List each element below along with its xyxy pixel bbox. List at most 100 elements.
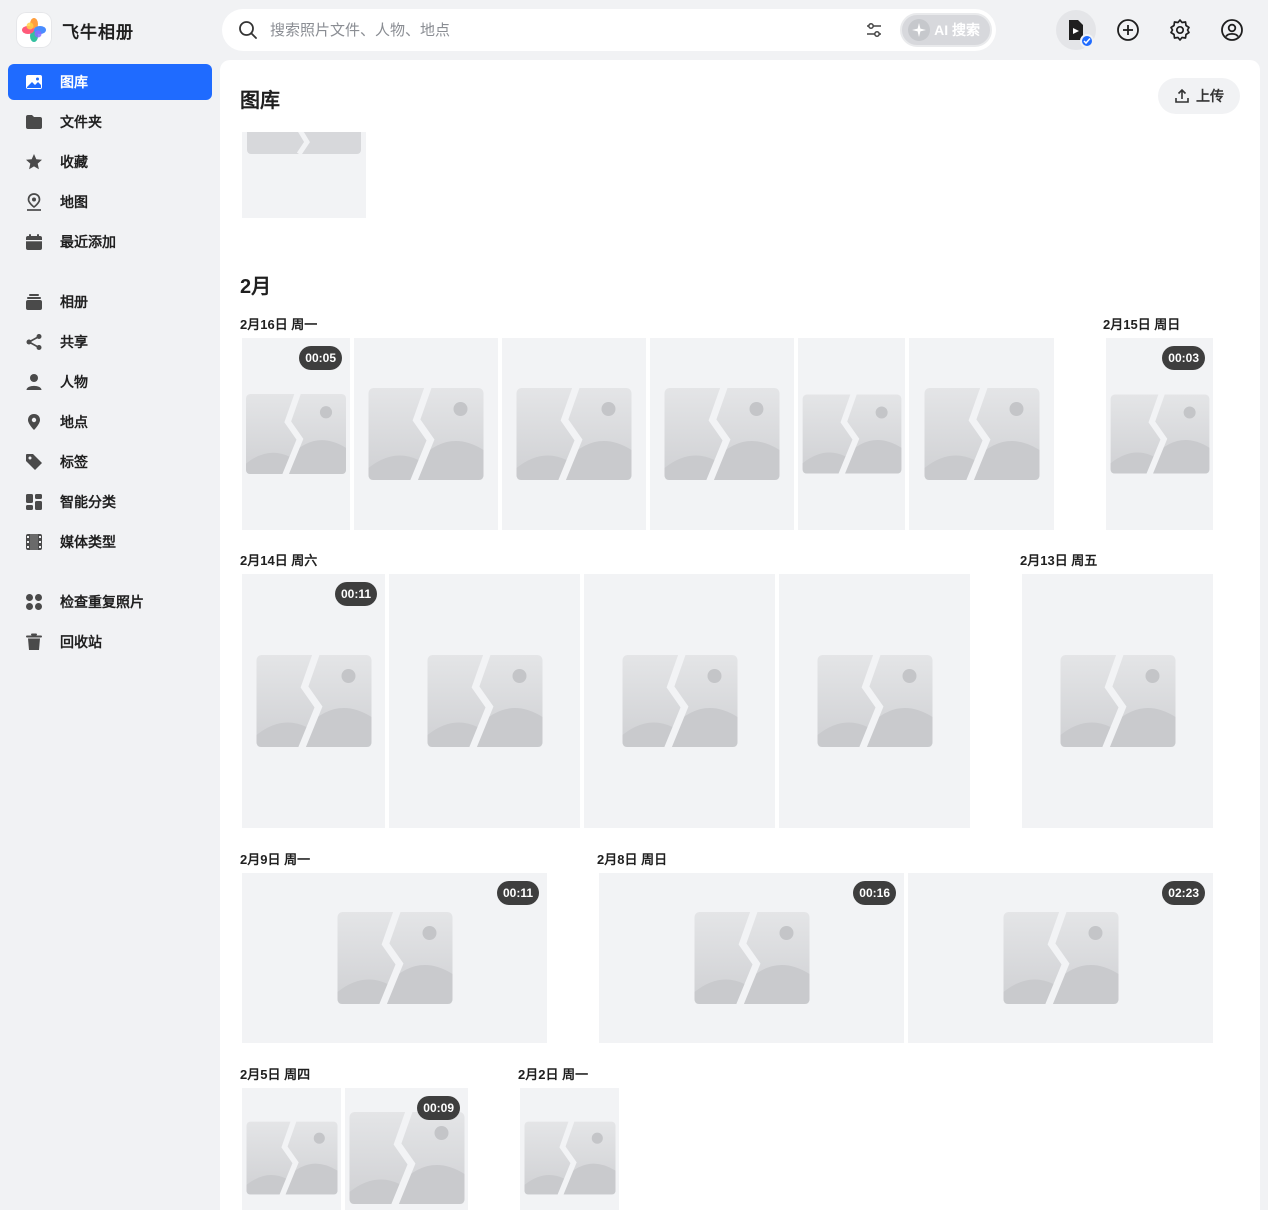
photo-tile[interactable] (909, 338, 1054, 530)
photo-tile[interactable] (520, 1088, 619, 1210)
sidebar-item-label: 人物 (60, 374, 88, 390)
app-logo: 飞牛相册 (16, 12, 134, 48)
upload-label: 上传 (1196, 88, 1224, 104)
image-placeholder-icon (1003, 912, 1118, 1004)
tag-icon (24, 452, 44, 472)
star-icon (24, 152, 44, 172)
photo-tile[interactable] (242, 1088, 341, 1210)
image-placeholder-icon (516, 388, 632, 480)
ai-search-label: AI 搜索 (934, 22, 980, 38)
sidebar-item-recent[interactable]: 最近添加 (8, 224, 212, 260)
video-tile[interactable]: 00:11 (242, 873, 547, 1043)
video-tile[interactable]: 00:11 (242, 574, 385, 828)
image-placeholder-icon (1060, 655, 1175, 747)
calendar-icon (24, 232, 44, 252)
filter-icon[interactable] (856, 12, 892, 48)
date-label: 2月9日 周一 (240, 852, 311, 867)
date-label: 2月13日 周五 (1020, 553, 1098, 568)
video-duration-badge: 00:16 (853, 881, 896, 905)
sidebar-item-map[interactable]: 地图 (8, 184, 212, 220)
sidebar-item-label: 最近添加 (60, 234, 116, 250)
ai-search-button[interactable]: AI 搜索 (900, 13, 992, 47)
sidebar-item-gallery[interactable]: 图库 (8, 64, 212, 100)
sidebar-item-places[interactable]: 地点 (8, 404, 212, 440)
sidebar-item-smart-categories[interactable]: 智能分类 (8, 484, 212, 520)
share-icon (24, 332, 44, 352)
upload-icon (1175, 88, 1189, 103)
search-input[interactable] (270, 21, 857, 39)
image-placeholder-icon (256, 655, 371, 747)
task-status-button[interactable] (1056, 10, 1096, 50)
sidebar-item-label: 标签 (60, 454, 88, 470)
image-placeholder-icon (924, 388, 1039, 480)
date-label: 2月8日 周日 (597, 852, 668, 867)
gallery-panel: 图库 上传 2月 2月16日 周一 2月15日 周日 00:05 00:03 2… (220, 60, 1260, 1210)
sidebar-item-label: 图库 (60, 74, 88, 90)
sidebar-item-folders[interactable]: 文件夹 (8, 104, 212, 140)
sidebar-item-duplicates[interactable]: 检查重复照片 (8, 584, 212, 620)
folder-icon (24, 112, 44, 132)
video-tile[interactable]: 00:16 (599, 873, 904, 1043)
video-duration-badge: 02:23 (1162, 881, 1205, 905)
sidebar-item-label: 媒体类型 (60, 534, 116, 550)
image-placeholder-icon (246, 1121, 337, 1195)
photo-tile[interactable] (354, 338, 498, 530)
gear-icon (1170, 19, 1190, 41)
sidebar-item-media-types[interactable]: 媒体类型 (8, 524, 212, 560)
search-bar: AI 搜索 (222, 9, 996, 51)
image-placeholder-icon (427, 655, 542, 747)
sidebar-item-label: 回收站 (60, 634, 102, 650)
settings-button[interactable] (1160, 10, 1200, 50)
duplicate-icon (24, 592, 44, 612)
video-duration-badge: 00:11 (496, 881, 539, 905)
date-label: 2月2日 周一 (518, 1067, 589, 1082)
location-icon (24, 412, 44, 432)
photo-tile[interactable] (389, 574, 580, 828)
album-icon (24, 292, 44, 312)
image-placeholder-icon (524, 1121, 615, 1195)
user-circle-icon (1221, 19, 1243, 41)
image-placeholder-icon (1110, 394, 1209, 474)
month-heading: 2月 (240, 276, 272, 298)
video-tile[interactable]: 00:09 (345, 1088, 468, 1210)
photo-tile[interactable] (242, 132, 366, 218)
video-tile[interactable]: 00:03 (1106, 338, 1213, 530)
image-placeholder-icon (802, 394, 901, 474)
image-placeholder-icon (622, 655, 737, 747)
image-placeholder-icon (247, 132, 361, 154)
sidebar-item-tags[interactable]: 标签 (8, 444, 212, 480)
check-icon (1080, 34, 1094, 48)
sidebar-item-share[interactable]: 共享 (8, 324, 212, 360)
sidebar-item-trash[interactable]: 回收站 (8, 624, 212, 660)
video-duration-badge: 00:11 (334, 582, 377, 606)
sidebar-item-label: 地点 (60, 414, 88, 430)
sparkle-icon (908, 19, 931, 41)
sidebar-item-label: 检查重复照片 (60, 594, 144, 610)
sidebar-item-label: 地图 (60, 194, 88, 210)
upload-button[interactable]: 上传 (1158, 78, 1240, 114)
image-placeholder-icon (246, 394, 346, 474)
photo-tile[interactable] (779, 574, 970, 828)
grid-icon (24, 492, 44, 512)
flower-logo-icon (16, 12, 52, 48)
sidebar: 图库 文件夹 收藏 地图 最近添加 相册 共享 人物 地点 标签 智能分类 媒体… (8, 64, 212, 664)
account-button[interactable] (1212, 10, 1252, 50)
image-placeholder-icon (349, 1112, 464, 1204)
video-duration-badge: 00:05 (299, 346, 342, 370)
photo-tile[interactable] (1022, 574, 1213, 828)
photo-tile[interactable] (650, 338, 794, 530)
photo-tile[interactable] (798, 338, 905, 530)
trash-icon (24, 632, 44, 652)
photo-tile[interactable] (502, 338, 646, 530)
app-name: 飞牛相册 (62, 22, 134, 42)
photo-icon (24, 72, 44, 92)
video-tile[interactable]: 00:05 (242, 338, 350, 530)
sidebar-item-favorites[interactable]: 收藏 (8, 144, 212, 180)
video-tile[interactable]: 02:23 (908, 873, 1213, 1043)
add-button[interactable] (1108, 10, 1148, 50)
sidebar-item-people[interactable]: 人物 (8, 364, 212, 400)
date-label: 2月5日 周四 (240, 1067, 311, 1082)
photo-tile[interactable] (584, 574, 775, 828)
video-duration-badge: 00:09 (417, 1096, 460, 1120)
sidebar-item-albums[interactable]: 相册 (8, 284, 212, 320)
